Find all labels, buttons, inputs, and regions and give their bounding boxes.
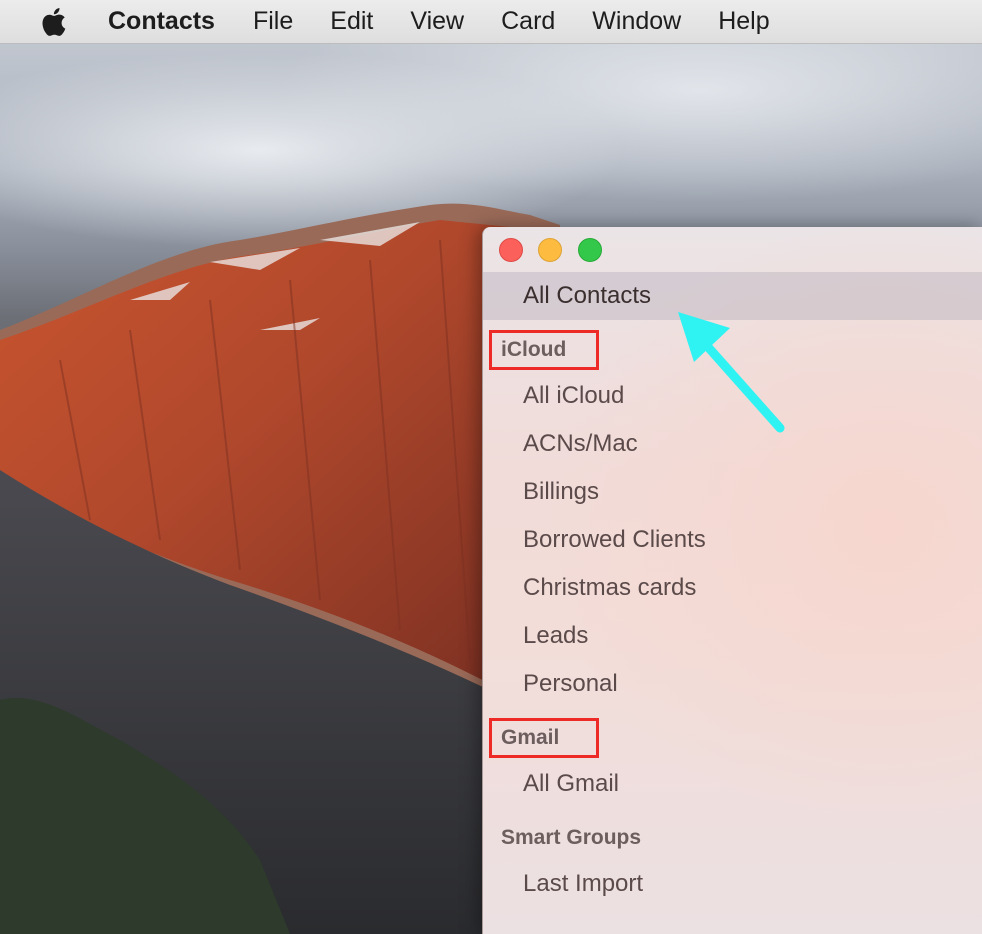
sidebar-item-leads[interactable]: Leads [523, 622, 588, 650]
window-titlebar[interactable] [483, 227, 982, 271]
menu-file[interactable]: File [253, 7, 293, 36]
sidebar-item-last-import[interactable]: Last Import [523, 870, 643, 898]
menu-app-contacts[interactable]: Contacts [108, 7, 215, 36]
annotation-arrow-shaft [695, 333, 785, 433]
menu-help[interactable]: Help [718, 7, 769, 36]
sidebar-item-billings[interactable]: Billings [523, 478, 599, 506]
menu-bar: Contacts File Edit View Card Window Help [0, 0, 982, 44]
sidebar-item-all-contacts[interactable]: All Contacts [523, 282, 651, 310]
sidebar-item-christmas-cards[interactable]: Christmas cards [523, 574, 696, 602]
sidebar-item-all-icloud[interactable]: All iCloud [523, 382, 624, 410]
annotation-highlight-gmail [489, 718, 599, 758]
zoom-window-button[interactable] [578, 238, 602, 262]
sidebar-item-acns-mac[interactable]: ACNs/Mac [523, 430, 638, 458]
apple-logo-icon-graphic [42, 7, 66, 36]
apple-logo-icon[interactable] [40, 6, 70, 38]
close-window-button[interactable] [499, 238, 523, 262]
sidebar-header-smart-groups[interactable]: Smart Groups [501, 826, 641, 850]
sidebar-item-all-gmail[interactable]: All Gmail [523, 770, 619, 798]
annotation-arrow-head [678, 312, 730, 362]
sidebar-item-personal[interactable]: Personal [523, 670, 618, 698]
annotation-highlight-icloud [489, 330, 599, 370]
menu-window[interactable]: Window [592, 7, 681, 36]
annotation-arrow-icon [678, 312, 785, 433]
menu-view[interactable]: View [410, 7, 464, 36]
menu-edit[interactable]: Edit [330, 7, 373, 36]
sidebar-item-borrowed-clients[interactable]: Borrowed Clients [523, 526, 706, 554]
menu-card[interactable]: Card [501, 7, 555, 36]
minimize-window-button[interactable] [538, 238, 562, 262]
